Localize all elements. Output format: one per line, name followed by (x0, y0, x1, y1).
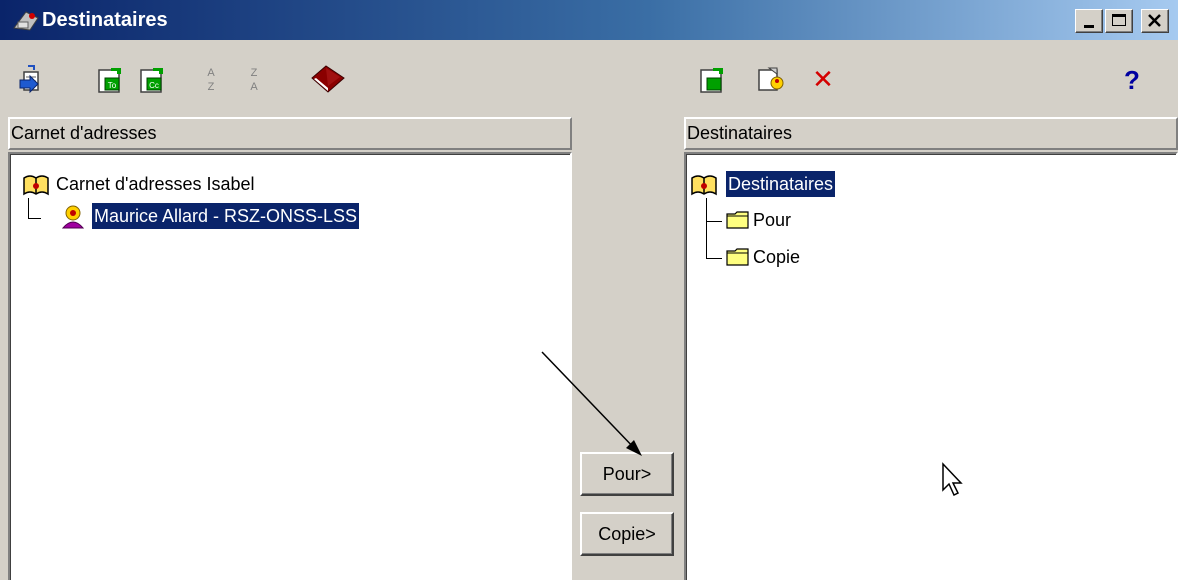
tree-root-label[interactable]: Carnet d'adresses Isabel (56, 171, 255, 197)
window-title: Destinataires (42, 9, 168, 31)
svg-text:Z: Z (208, 81, 215, 93)
minimize-icon (1084, 25, 1094, 28)
address-book-icon[interactable] (310, 64, 346, 94)
minimize-button[interactable] (1075, 9, 1103, 33)
address-book-header[interactable]: Carnet d'adresses (8, 117, 572, 150)
add-to-icon[interactable]: To (95, 66, 125, 94)
add-cc-button[interactable]: Copie> (580, 512, 674, 556)
book-icon (691, 175, 717, 196)
tree-connector (706, 221, 722, 222)
import-icon[interactable] (18, 64, 46, 96)
tree-connector (28, 198, 41, 219)
mouse-cursor-icon (942, 462, 963, 497)
svg-text:Cc: Cc (149, 81, 159, 90)
close-button[interactable] (1141, 9, 1169, 33)
delete-icon[interactable]: ✕ (810, 66, 836, 92)
tree-connector (706, 258, 722, 259)
svg-text:A: A (250, 81, 258, 93)
recipients-header[interactable]: Destinataires (684, 117, 1178, 150)
book-icon (23, 175, 49, 196)
add-cc-icon[interactable]: Cc (137, 66, 167, 94)
properties-icon[interactable] (755, 66, 787, 94)
folder-icon (726, 248, 749, 266)
folder-icon (726, 211, 749, 229)
tree-root-recipients[interactable]: Destinataires (726, 171, 836, 197)
svg-text:Z: Z (251, 67, 258, 79)
close-icon (1148, 14, 1161, 27)
svg-text:?: ? (1124, 65, 1140, 94)
tree-item-cc[interactable]: Copie (753, 244, 800, 270)
address-book-tree[interactable]: Carnet d'adresses Isabel Maurice Allard … (8, 152, 572, 580)
tree-connector (706, 198, 723, 258)
app-icon (13, 11, 39, 31)
svg-text:A: A (207, 67, 215, 79)
tree-item-to[interactable]: Pour (753, 207, 791, 233)
recipients-tree[interactable]: Destinataires Pour Copie (684, 152, 1178, 580)
maximize-icon (1112, 14, 1126, 26)
sort-ascending-icon: A Z (207, 67, 215, 93)
svg-text:✕: ✕ (812, 66, 834, 92)
annotation-arrow-icon (541, 351, 642, 456)
svg-text:To: To (108, 81, 117, 90)
sort-descending-icon: Z A (250, 67, 258, 93)
help-icon[interactable]: ? (1120, 64, 1144, 94)
maximize-button[interactable] (1105, 9, 1133, 33)
contact-icon (61, 205, 85, 229)
add-recipient-icon[interactable] (697, 66, 727, 94)
tree-item-contact[interactable]: Maurice Allard - RSZ-ONSS-LSS (92, 203, 360, 229)
title-bar: Destinataires (0, 0, 1178, 40)
